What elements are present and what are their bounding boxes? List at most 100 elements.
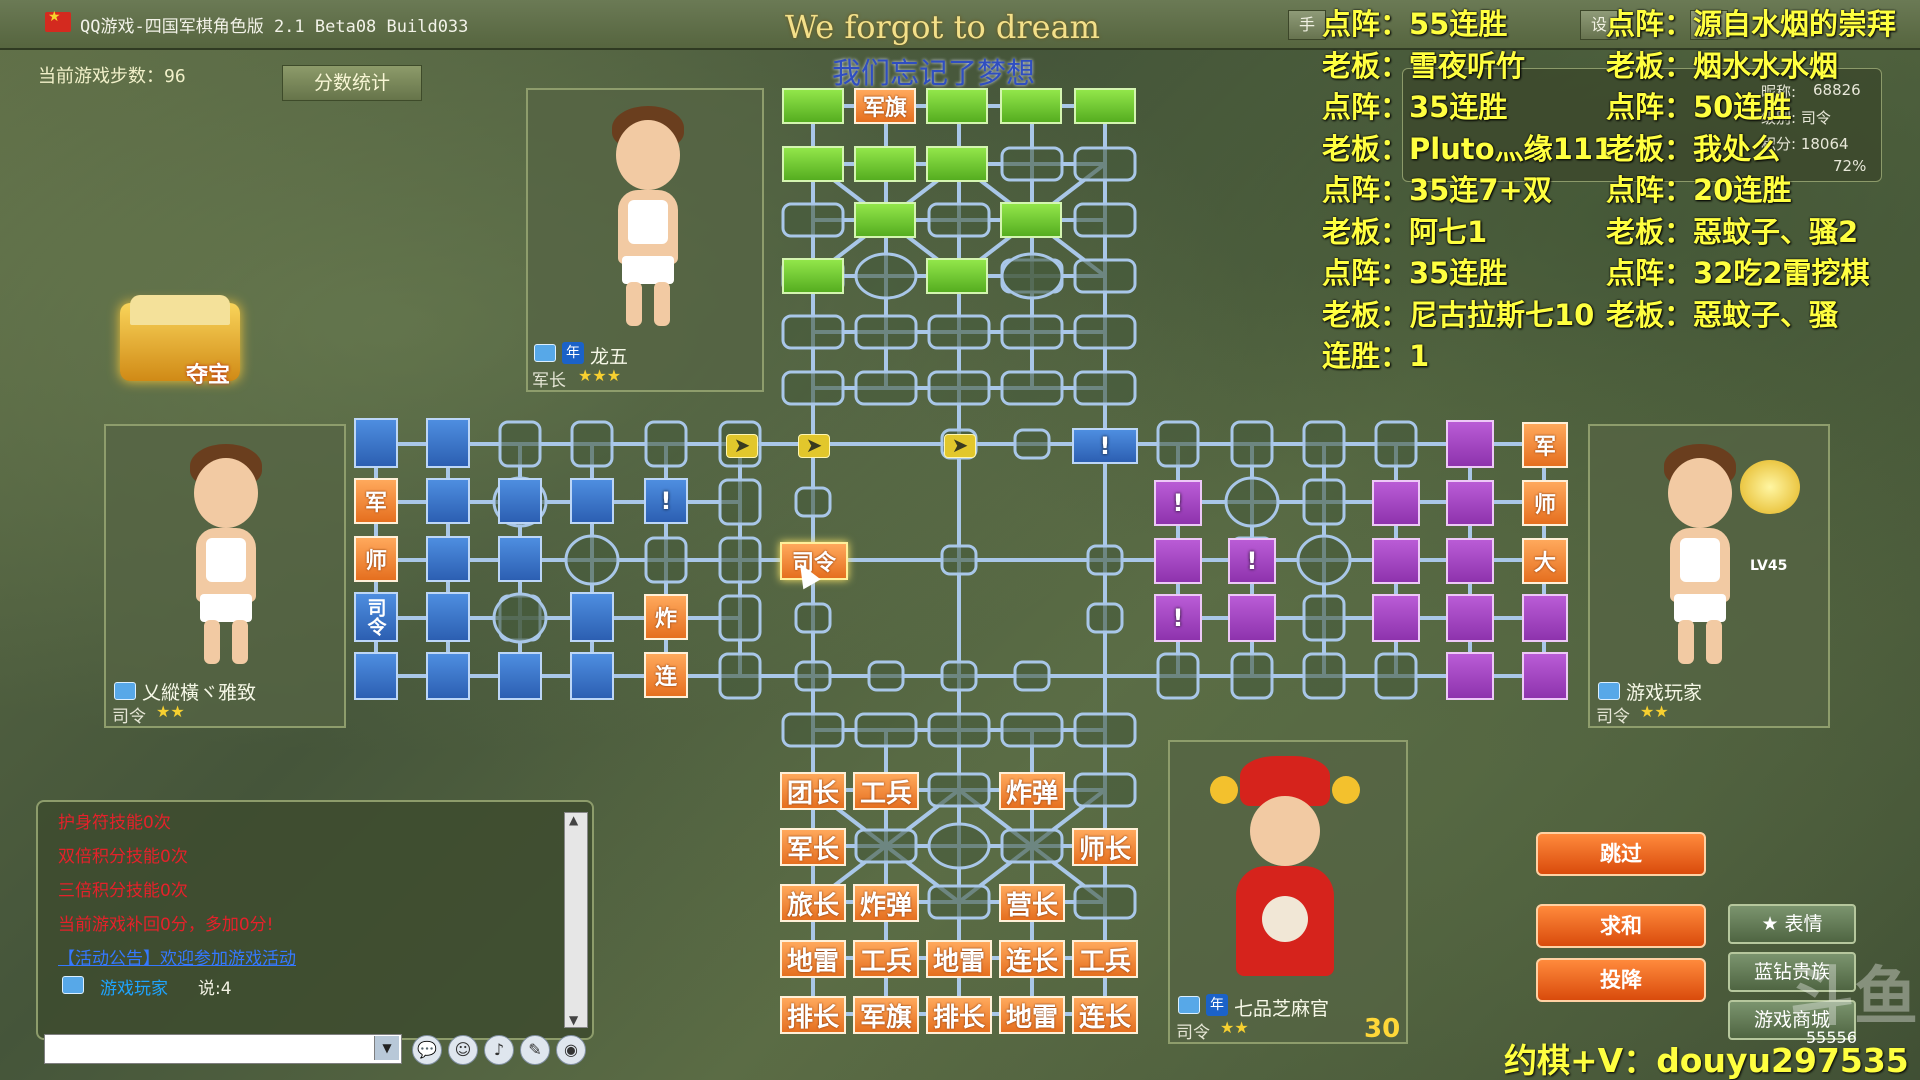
left-piece-commander[interactable]: 司令 bbox=[354, 592, 398, 642]
board-station[interactable] bbox=[781, 712, 845, 748]
purple-piece[interactable] bbox=[1372, 538, 1420, 584]
purple-piece-marked[interactable]: ! bbox=[1228, 538, 1276, 584]
purple-piece[interactable] bbox=[1446, 594, 1494, 642]
own-piece[interactable]: 地雷 bbox=[926, 940, 992, 978]
purple-piece[interactable] bbox=[1446, 538, 1494, 584]
board-station[interactable] bbox=[1302, 652, 1346, 700]
purple-piece[interactable] bbox=[1372, 480, 1420, 526]
green-piece[interactable] bbox=[926, 88, 988, 124]
blue-piece[interactable] bbox=[498, 536, 542, 582]
own-piece[interactable]: 连长 bbox=[1072, 996, 1138, 1034]
camp-station[interactable] bbox=[1224, 476, 1280, 528]
board-station[interactable] bbox=[1302, 420, 1346, 468]
board-station[interactable] bbox=[1374, 652, 1418, 700]
board-station[interactable] bbox=[1156, 652, 1200, 700]
purple-piece-marked[interactable]: ! bbox=[1154, 480, 1202, 526]
board-station[interactable] bbox=[927, 712, 991, 748]
board-station[interactable] bbox=[1086, 602, 1124, 634]
board-station[interactable] bbox=[854, 314, 918, 350]
board-station[interactable] bbox=[1073, 712, 1137, 748]
blue-piece[interactable] bbox=[354, 418, 398, 468]
own-piece[interactable]: 师长 bbox=[1072, 828, 1138, 866]
board-station[interactable] bbox=[940, 544, 978, 576]
board-station[interactable] bbox=[718, 652, 762, 700]
own-piece[interactable]: 团长 bbox=[780, 772, 846, 810]
board-station[interactable] bbox=[781, 202, 845, 238]
emoji-icon[interactable]: ☺ bbox=[448, 1035, 478, 1065]
globe-icon[interactable]: ◉ bbox=[556, 1035, 586, 1065]
blue-piece[interactable] bbox=[354, 652, 398, 700]
board-station[interactable] bbox=[1000, 314, 1064, 350]
own-piece[interactable]: 炸弹 bbox=[853, 884, 919, 922]
chat-scrollbar[interactable] bbox=[564, 812, 588, 1028]
emotion-button[interactable]: ★ 表情 bbox=[1728, 904, 1856, 944]
green-piece[interactable] bbox=[926, 146, 988, 182]
own-piece[interactable]: 工兵 bbox=[853, 940, 919, 978]
board-station[interactable] bbox=[854, 370, 918, 406]
purple-piece[interactable] bbox=[1446, 420, 1494, 468]
blue-piece[interactable] bbox=[570, 592, 614, 642]
green-piece[interactable] bbox=[854, 146, 916, 182]
board-station[interactable] bbox=[1073, 258, 1137, 294]
chat-speaker[interactable]: 游戏玩家 bbox=[100, 974, 168, 999]
left-piece-bomb[interactable]: 炸 bbox=[644, 594, 688, 640]
blue-piece[interactable] bbox=[426, 652, 470, 700]
own-piece[interactable]: 军旗 bbox=[853, 996, 919, 1034]
board-station[interactable] bbox=[1073, 314, 1137, 350]
right-piece-division[interactable]: 师 bbox=[1522, 480, 1568, 526]
camp-station[interactable] bbox=[1296, 534, 1352, 586]
own-piece[interactable]: 工兵 bbox=[1072, 940, 1138, 978]
green-piece[interactable] bbox=[782, 146, 844, 182]
own-piece[interactable]: 地雷 bbox=[780, 940, 846, 978]
board-station[interactable] bbox=[781, 370, 845, 406]
board-station[interactable] bbox=[644, 420, 688, 468]
purple-piece[interactable] bbox=[1446, 652, 1494, 700]
board-station[interactable] bbox=[940, 660, 978, 692]
board-station[interactable] bbox=[794, 660, 832, 692]
speech-bubble-icon[interactable]: 💬 bbox=[412, 1035, 442, 1065]
own-piece[interactable]: 军长 bbox=[780, 828, 846, 866]
green-piece[interactable] bbox=[1074, 88, 1136, 124]
own-piece[interactable]: 炸弹 bbox=[999, 772, 1065, 810]
surrender-button[interactable]: 投降 bbox=[1536, 958, 1706, 1002]
speaker-icon[interactable]: ♪ bbox=[484, 1035, 514, 1065]
purple-piece[interactable] bbox=[1446, 480, 1494, 526]
board-station[interactable] bbox=[1230, 652, 1274, 700]
chat-input[interactable] bbox=[44, 1034, 402, 1064]
board-station[interactable] bbox=[718, 478, 762, 526]
blue-piece[interactable] bbox=[570, 652, 614, 700]
board-station[interactable] bbox=[794, 602, 832, 634]
board-station[interactable] bbox=[570, 420, 614, 468]
blue-piece-marked[interactable]: ! bbox=[644, 478, 688, 524]
board-station[interactable] bbox=[927, 314, 991, 350]
board-station[interactable] bbox=[644, 536, 688, 584]
board-station[interactable] bbox=[794, 486, 832, 518]
board-station[interactable] bbox=[927, 370, 991, 406]
camp-station[interactable] bbox=[854, 252, 918, 300]
board-station[interactable] bbox=[854, 712, 918, 748]
right-piece-big[interactable]: 大 bbox=[1522, 538, 1568, 584]
top-flag-piece[interactable]: 军旗 bbox=[854, 88, 916, 124]
board-station[interactable] bbox=[1230, 420, 1274, 468]
left-piece-company[interactable]: 连 bbox=[644, 652, 688, 698]
left-piece-army[interactable]: 军 bbox=[354, 478, 398, 524]
chat-activity-link[interactable]: 【活动公告】欢迎参加游戏活动 bbox=[58, 944, 296, 969]
purple-piece-marked[interactable]: ! bbox=[1154, 594, 1202, 642]
blue-piece[interactable] bbox=[426, 536, 470, 582]
camp-station[interactable] bbox=[927, 822, 991, 870]
left-piece-division[interactable]: 师 bbox=[354, 536, 398, 582]
own-piece[interactable]: 地雷 bbox=[999, 996, 1065, 1034]
skip-button[interactable]: 跳过 bbox=[1536, 832, 1706, 876]
board-station[interactable] bbox=[1073, 884, 1137, 920]
camp-station[interactable] bbox=[564, 534, 620, 586]
board-station[interactable] bbox=[927, 884, 991, 920]
board-station[interactable] bbox=[1000, 146, 1064, 182]
own-piece[interactable]: 排长 bbox=[780, 996, 846, 1034]
blue-piece[interactable] bbox=[426, 592, 470, 642]
board-station[interactable] bbox=[1073, 370, 1137, 406]
board-station[interactable] bbox=[854, 828, 918, 864]
tools-icon[interactable]: ✎ bbox=[520, 1035, 550, 1065]
board-station[interactable] bbox=[867, 660, 905, 692]
right-piece-army[interactable]: 军 bbox=[1522, 422, 1568, 468]
board-station[interactable] bbox=[718, 594, 762, 642]
